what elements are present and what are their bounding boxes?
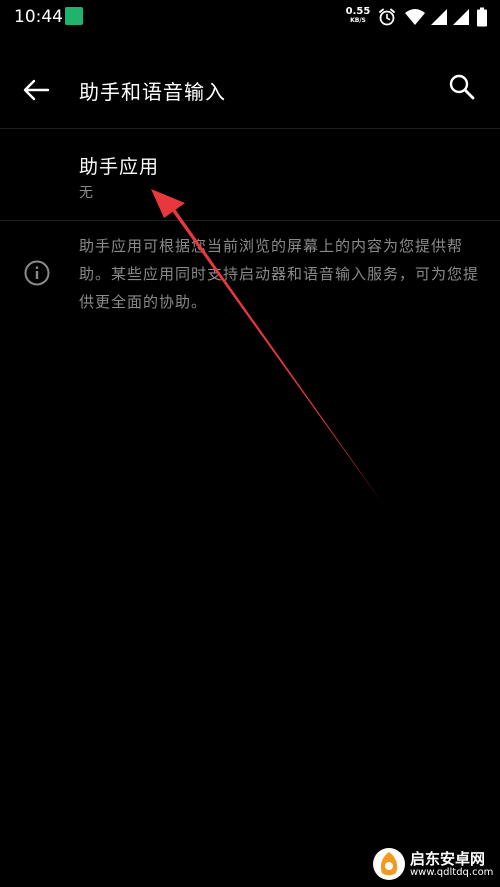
network-speed-unit: KB/S [350, 17, 366, 24]
network-speed-value: 0.55 [345, 6, 371, 17]
divider [0, 220, 500, 221]
assistant-info-text: 助手应用可根据您当前浏览的屏幕上的内容为您提供帮助。某些应用同时支持启动器和语音… [79, 237, 480, 311]
signal-icon [453, 9, 469, 25]
assistant-app-setting[interactable]: 助手应用 无 [0, 130, 500, 220]
wifi-icon [405, 9, 425, 25]
watermark-logo-icon [373, 848, 405, 880]
app-toolbar: 助手和语音输入 [0, 52, 500, 124]
search-button[interactable] [442, 68, 482, 108]
assistant-app-summary: 无 [79, 185, 93, 201]
app-notification-icon [65, 7, 83, 25]
network-speed: 0.55 KB/S [343, 6, 373, 25]
divider [0, 128, 500, 129]
info-icon [24, 260, 50, 286]
settings-screen: 10:44 0.55 KB/S 助手和语音输入 助手应用 无 助手应用可根据您当… [0, 0, 500, 887]
assistant-info: 助手应用可根据您当前浏览的屏幕上的内容为您提供帮助。某些应用同时支持启动器和语音… [0, 228, 500, 318]
alarm-icon [379, 8, 395, 26]
status-bar: 10:44 0.55 KB/S [0, 0, 500, 34]
assistant-app-title: 助手应用 [79, 156, 160, 178]
watermark-name: 启东安卓网 [410, 850, 486, 868]
battery-icon [477, 7, 487, 27]
page-title: 助手和语音输入 [79, 80, 226, 104]
watermark-url: www.qdltdq.com [410, 867, 494, 878]
back-button[interactable] [16, 70, 56, 110]
search-icon [449, 74, 475, 100]
site-watermark: 启东安卓网 www.qdltdq.com [372, 845, 496, 883]
signal-icon [431, 9, 447, 25]
status-time: 10:44 [14, 7, 63, 27]
arrow-back-icon [23, 79, 50, 101]
